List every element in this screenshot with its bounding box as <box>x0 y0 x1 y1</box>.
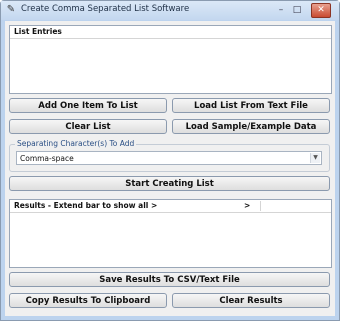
maximize-button[interactable]: □ <box>291 4 303 16</box>
save-results-button[interactable]: Save Results To CSV/Text File <box>9 272 330 287</box>
load-from-text-button[interactable]: Load List From Text File <box>172 98 330 113</box>
load-sample-button[interactable]: Load Sample/Example Data <box>172 119 330 134</box>
results-header: Results - Extend bar to show all > > <box>10 200 331 213</box>
clear-results-button[interactable]: Clear Results <box>172 293 330 308</box>
clear-list-button[interactable]: Clear List <box>9 119 167 134</box>
separator-group: Separating Character(s) To Add Comma-spa… <box>9 139 330 172</box>
column-divider[interactable] <box>260 201 261 211</box>
list-entries-header-label: List Entries <box>14 27 62 36</box>
close-button[interactable]: ✕ <box>311 3 331 18</box>
add-one-item-button[interactable]: Add One Item To List <box>9 98 167 113</box>
results-column-marker: > <box>244 201 251 210</box>
separator-selected-value: Comma-space <box>20 154 74 163</box>
start-creating-button[interactable]: Start Creating List <box>9 176 330 191</box>
list-entries-box[interactable]: List Entries <box>9 25 332 94</box>
results-header-label: Results - Extend bar to show all > <box>14 201 158 210</box>
minimize-button[interactable]: – <box>275 4 287 16</box>
app-icon: ✎ <box>6 4 16 15</box>
separator-select[interactable]: Comma-space ▼ <box>16 151 322 165</box>
results-box[interactable]: Results - Extend bar to show all > > <box>9 199 332 268</box>
separator-group-label: Separating Character(s) To Add <box>15 139 137 148</box>
app-window: ✎ Create Comma Separated List Software –… <box>0 0 340 321</box>
window-title: Create Comma Separated List Software <box>21 4 190 14</box>
chevron-down-icon[interactable]: ▼ <box>310 153 320 163</box>
title-bar[interactable]: ✎ Create Comma Separated List Software –… <box>1 1 339 20</box>
list-entries-header: List Entries <box>10 26 331 39</box>
main-panel: List Entries Add One Item To List Load L… <box>5 21 335 316</box>
copy-results-button[interactable]: Copy Results To Clipboard <box>9 293 167 308</box>
